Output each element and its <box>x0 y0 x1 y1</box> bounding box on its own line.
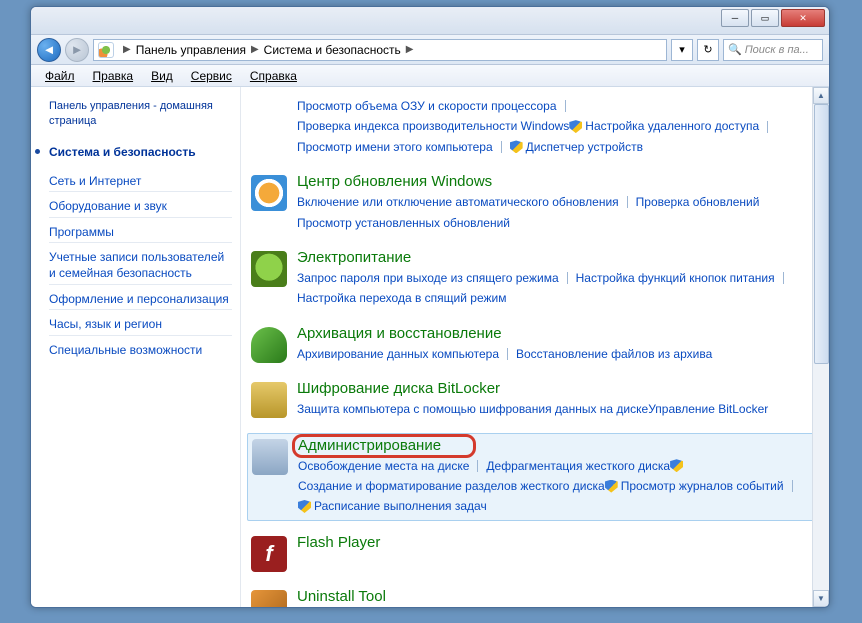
sidebar-item-network[interactable]: Сеть и Интернет <box>49 169 232 193</box>
sidebar-item-accounts[interactable]: Учетные записи пользователей и семейная … <box>49 245 232 284</box>
section-title-uninstall[interactable]: Uninstall Tool <box>297 588 811 605</box>
dropdown-button[interactable]: ▾ <box>671 39 693 61</box>
sidebar-item-programs[interactable]: Программы <box>49 220 232 244</box>
minimize-button[interactable]: ─ <box>721 9 749 27</box>
link-perf-index[interactable]: Проверка индекса производительности Wind… <box>297 116 569 136</box>
sidebar-home-link[interactable]: Панель управления - домашняя страница <box>49 99 232 129</box>
section-administration: Администрирование Освобождение места на … <box>247 433 815 521</box>
link-bitlocker-manage[interactable]: Управление BitLocker <box>648 399 768 419</box>
bitlocker-icon <box>251 382 287 418</box>
section-title-power[interactable]: Электропитание <box>297 249 811 266</box>
breadcrumb-root[interactable]: Панель управления <box>136 43 246 57</box>
shield-icon <box>510 140 523 153</box>
section-title-flash[interactable]: Flash Player <box>297 534 811 551</box>
shield-icon <box>569 120 582 133</box>
back-button[interactable]: ◄ <box>37 38 61 62</box>
forward-button[interactable]: ► <box>65 38 89 62</box>
control-panel-icon <box>98 42 114 58</box>
sidebar-item-clock[interactable]: Часы, язык и регион <box>49 312 232 336</box>
search-input[interactable]: 🔍 Поиск в па... <box>723 39 823 61</box>
link-sleep-settings[interactable]: Настройка перехода в спящий режим <box>297 288 506 308</box>
menu-file[interactable]: Файл <box>37 67 83 85</box>
chevron-right-icon: ▶ <box>123 44 131 55</box>
scroll-down-button[interactable]: ▼ <box>813 590 829 607</box>
shield-icon <box>670 459 683 472</box>
breadcrumb-current[interactable]: Система и безопасность <box>264 43 401 57</box>
address-bar: ◄ ► ▶ Панель управления ▶ Система и безо… <box>31 35 829 65</box>
search-icon: 🔍 <box>728 43 742 56</box>
link-event-viewer[interactable]: Просмотр журналов событий <box>621 476 784 496</box>
menu-help[interactable]: Справка <box>242 67 305 85</box>
section-backup: Архивация и восстановление Архивирование… <box>247 322 815 367</box>
close-button[interactable]: ✕ <box>781 9 825 27</box>
link-check-updates[interactable]: Проверка обновлений <box>636 192 760 212</box>
section-title-administration[interactable]: Администрирование <box>298 437 810 454</box>
sidebar-item-hardware[interactable]: Оборудование и звук <box>49 194 232 218</box>
breadcrumb[interactable]: ▶ Панель управления ▶ Система и безопасн… <box>93 39 667 61</box>
shield-icon <box>605 480 618 493</box>
link-power-buttons[interactable]: Настройка функций кнопок питания <box>576 268 775 288</box>
body: Панель управления - домашняя страница Си… <box>31 87 829 607</box>
menu-tools[interactable]: Сервис <box>183 67 240 85</box>
sidebar-item-appearance[interactable]: Оформление и персонализация <box>49 287 232 311</box>
menu-view[interactable]: Вид <box>143 67 181 85</box>
vertical-scrollbar[interactable]: ▲ ▼ <box>812 87 829 607</box>
link-remote-access[interactable]: Настройка удаленного доступа <box>585 116 759 136</box>
section-bitlocker: Шифрование диска BitLocker Защита компью… <box>247 377 815 422</box>
menu-bar: Файл Правка Вид Сервис Справка <box>31 65 829 87</box>
link-disk-partitions[interactable]: Создание и форматирование разделов жестк… <box>298 476 605 496</box>
uninstall-tool-icon <box>251 590 287 607</box>
shield-icon <box>298 500 311 513</box>
link-installed-updates[interactable]: Просмотр установленных обновлений <box>297 213 510 233</box>
section-flash: f Flash Player <box>247 531 815 575</box>
chevron-right-icon: ▶ <box>251 44 259 55</box>
link-wake-password[interactable]: Запрос пароля при выходе из спящего режи… <box>297 268 559 288</box>
link-auto-update[interactable]: Включение или отключение автоматического… <box>297 192 619 212</box>
power-icon <box>251 251 287 287</box>
section-title-backup[interactable]: Архивация и восстановление <box>297 325 811 342</box>
section-uninstall: Uninstall Tool <box>247 585 815 607</box>
link-bitlocker-protect[interactable]: Защита компьютера с помощью шифрования д… <box>297 399 648 419</box>
link-backup[interactable]: Архивирование данных компьютера <box>297 344 499 364</box>
section-system: Просмотр объема ОЗУ и скорости процессор… <box>247 93 815 160</box>
section-windows-update: Центр обновления Windows Включение или о… <box>247 170 815 236</box>
refresh-button[interactable]: ↻ <box>697 39 719 61</box>
flash-player-icon: f <box>251 536 287 572</box>
sidebar-current[interactable]: Система и безопасность <box>49 141 232 163</box>
window: ─ ▭ ✕ ◄ ► ▶ Панель управления ▶ Система … <box>30 6 830 608</box>
search-placeholder: Поиск в па... <box>745 44 809 56</box>
admin-tools-icon <box>252 439 288 475</box>
backup-icon <box>251 327 287 363</box>
sidebar-item-ease[interactable]: Специальные возможности <box>49 338 232 361</box>
link-task-scheduler[interactable]: Расписание выполнения задач <box>314 496 487 516</box>
titlebar: ─ ▭ ✕ <box>31 7 829 35</box>
scroll-up-button[interactable]: ▲ <box>813 87 829 104</box>
chevron-right-icon: ▶ <box>406 44 414 55</box>
section-title-update[interactable]: Центр обновления Windows <box>297 173 811 190</box>
section-power: Электропитание Запрос пароля при выходе … <box>247 246 815 312</box>
link-restore[interactable]: Восстановление файлов из архива <box>516 344 712 364</box>
link-computer-name[interactable]: Просмотр имени этого компьютера <box>297 137 493 157</box>
scroll-thumb[interactable] <box>814 104 829 364</box>
link-ram-cpu[interactable]: Просмотр объема ОЗУ и скорости процессор… <box>297 96 557 116</box>
windows-update-icon <box>251 175 287 211</box>
link-disk-cleanup[interactable]: Освобождение места на диске <box>298 456 469 476</box>
link-device-manager[interactable]: Диспетчер устройств <box>526 137 643 157</box>
section-system-links: Просмотр объема ОЗУ и скорости процессор… <box>297 96 811 157</box>
sidebar: Панель управления - домашняя страница Си… <box>31 87 241 607</box>
maximize-button[interactable]: ▭ <box>751 9 779 27</box>
section-title-bitlocker[interactable]: Шифрование диска BitLocker <box>297 380 811 397</box>
link-defrag[interactable]: Дефрагментация жесткого диска <box>486 456 670 476</box>
menu-edit[interactable]: Правка <box>85 67 142 85</box>
content-area: Просмотр объема ОЗУ и скорости процессор… <box>241 87 829 607</box>
